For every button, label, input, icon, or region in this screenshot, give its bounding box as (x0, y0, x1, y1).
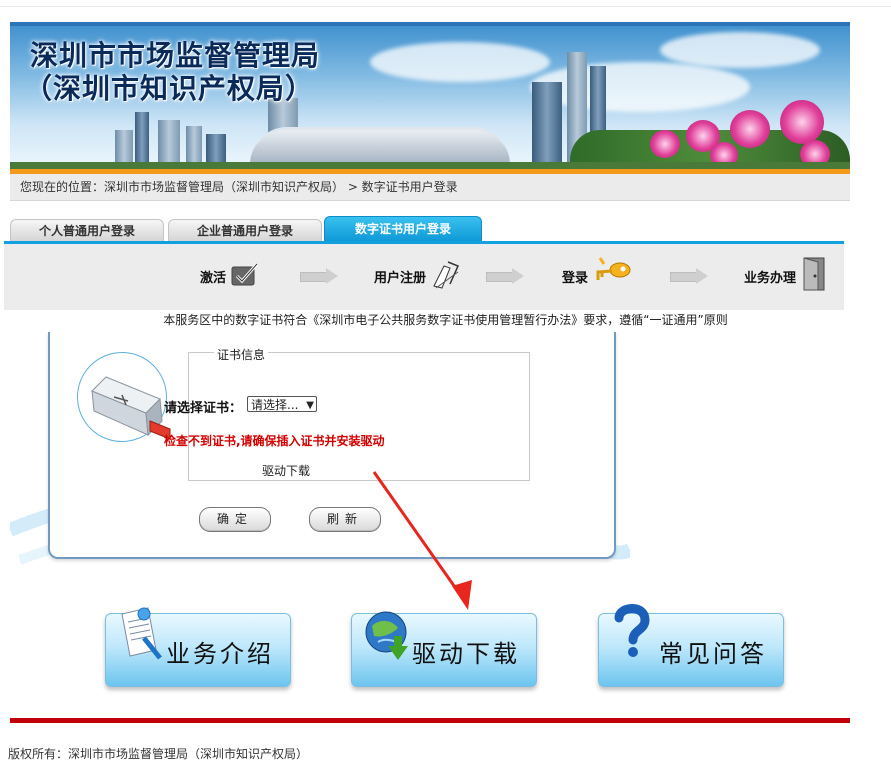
select-value: 请选择... (251, 398, 299, 412)
certificate-fieldset (188, 352, 530, 481)
stadium (250, 127, 510, 164)
driver-download-button[interactable]: 驱动下载 (351, 611, 537, 687)
faq-button[interactable]: 常见问答 (598, 604, 784, 687)
tab-personal-login[interactable]: 个人普通用户登录 (10, 219, 164, 242)
certificate-select[interactable]: 请选择... ▼ (247, 396, 317, 412)
tab-enterprise-login[interactable]: 企业普通用户登录 (168, 219, 322, 242)
flower (650, 130, 680, 158)
business-intro-button[interactable]: 业务介绍 (105, 607, 291, 687)
breadcrumb: 您现在的位置：深圳市市场监督管理局（深圳市知识产权局） > 数字证书用户登录 (10, 174, 850, 201)
step-business: 业务办理 (744, 256, 828, 296)
step-label: 用户注册 (374, 270, 427, 286)
breadcrumb-text: 您现在的位置：深圳市市场监督管理局（深圳市知识产权局） > 数字证书用户登录 (20, 180, 458, 194)
step-label: 登录 (562, 270, 589, 286)
cloud (370, 42, 550, 82)
document-icon (116, 604, 162, 668)
door-icon (800, 256, 828, 296)
pen-icon (430, 258, 462, 294)
step-arrow-icon (300, 268, 338, 284)
building (532, 82, 562, 170)
confirm-button[interactable]: 确定 (199, 507, 271, 532)
usb-key-icon (77, 352, 171, 442)
fieldset-legend: 证书信息 (214, 346, 269, 363)
step-login: 登录 (562, 256, 632, 296)
select-certificate-label: 请选择证书： (164, 401, 243, 416)
business-intro-label: 业务介绍 (166, 640, 274, 668)
service-notice: 本服务区中的数字证书符合《深圳市电子公共服务数字证书使用管理暂行办法》要求，遵循… (163, 313, 728, 327)
cloud (660, 32, 820, 68)
driver-download-label: 驱动下载 (412, 640, 520, 668)
refresh-button[interactable]: 刷新 (309, 507, 381, 532)
question-icon (611, 602, 651, 664)
flower (780, 100, 824, 144)
copyright-text: 版权所有：深圳市市场监督管理局（深圳市知识产权局） (8, 747, 309, 761)
step-label: 业务办理 (744, 270, 797, 286)
checkbox-icon (230, 261, 260, 291)
faq-label: 常见问答 (659, 640, 767, 668)
driver-download-link[interactable]: 驱动下载 (262, 462, 310, 479)
error-message: 检查不到证书,请确保插入证书并安装驱动 (164, 434, 385, 448)
banner-top-stripe (10, 22, 850, 26)
footer-divider (10, 718, 850, 723)
flower (730, 110, 770, 148)
step-arrow-icon (670, 268, 708, 284)
step-register: 用户注册 (374, 258, 462, 294)
key-icon (592, 256, 632, 296)
globe-download-icon (362, 608, 414, 668)
tab-certificate-login[interactable]: 数字证书用户登录 (324, 216, 482, 242)
cloud (530, 62, 750, 112)
step-activate: 激活 (200, 258, 260, 294)
site-subtitle: （深圳市知识产权局） (24, 72, 315, 105)
top-border (0, 0, 891, 7)
login-tabs: 个人普通用户登录 企业普通用户登录 数字证书用户登录 (10, 216, 850, 242)
chevron-down-icon: ▼ (306, 400, 314, 411)
header-banner: 深圳市市场监督管理局 （深圳市知识产权局） (10, 22, 850, 170)
step-arrow-icon (486, 268, 524, 284)
process-steps: 激活 用户注册 登录 业务办理 (4, 241, 844, 310)
step-label: 激活 (200, 270, 227, 286)
